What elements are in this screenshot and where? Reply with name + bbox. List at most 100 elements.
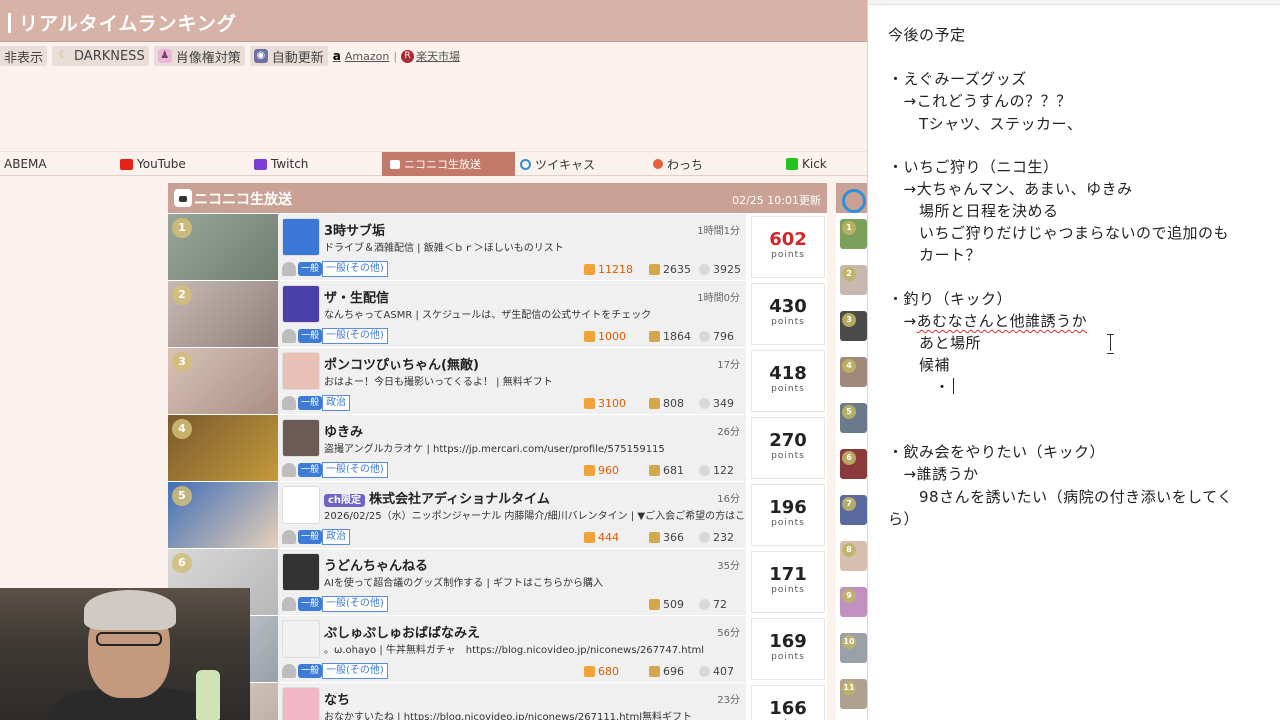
ranking-row[interactable]: 8なちおなかすいたね | https://blog.nicovideo.jp/n… [168, 683, 827, 720]
channel-name[interactable]: うどんちゃんねる [324, 555, 428, 574]
category-tag[interactable]: 一般 [298, 597, 323, 611]
user-icon [282, 664, 296, 678]
channel-name[interactable]: なち [324, 689, 350, 708]
side-rank-badge: 1 [842, 221, 856, 235]
subcategory-tag[interactable]: 一般(その他) [322, 596, 388, 612]
tab-label: ニコニコ生放送 [404, 158, 481, 171]
ranking-row[interactable]: 3 ポンコツぴぃちゃん(無敵) おはよー！今日も撮影いってくるよ！ | 無料ギフト 1… [168, 348, 827, 415]
channel-name[interactable]: ゆきみ [324, 421, 363, 440]
channel-name[interactable]: 3時サブ垢 [324, 220, 385, 239]
viewer-value: 509 [663, 598, 684, 611]
note-line: いちご狩りだけじゃつまらないので追加のも [888, 222, 1229, 243]
tab-niconico[interactable]: ニコニコ生放送 [382, 152, 515, 176]
tab-youtube[interactable]: YouTube [118, 152, 186, 176]
stream-thumbnail[interactable]: 5 [168, 482, 278, 548]
tab-watch[interactable]: わっち [651, 152, 703, 176]
ranking-panel: ニコニコ生放送 02/25 10:01更新 1 3時サブ垢 ドライブ＆酒雑配信 | … [168, 183, 827, 720]
note-text: → [888, 312, 917, 330]
subcategory-tag[interactable]: 政治 [322, 395, 350, 411]
rank-badge: 2 [172, 285, 192, 305]
tab-twitcasting[interactable]: ツイキャス [518, 152, 595, 176]
ranking-row[interactable]: 7ぷしゅぷしゅおばばなみえ。ω.ohayo | 牛丼無料ガチャ https://… [168, 616, 827, 683]
channel-avatar[interactable] [282, 486, 320, 524]
hide-button[interactable]: 非表示 [0, 46, 48, 66]
gift-count: 1000 [584, 330, 626, 343]
points-box: 418 points [751, 350, 825, 412]
stream-info: ぷしゅぷしゅおばばなみえ 。ω.ohayo | 牛丼無料ガチャ https://b… [278, 616, 746, 682]
stream-description: おなかすいたね | https://blog.nicovideo.jp/nico… [324, 712, 692, 720]
channel-avatar[interactable] [282, 218, 320, 256]
side-ranking-item[interactable]: 5 [840, 403, 867, 433]
side-ranking-item[interactable]: 11 [840, 679, 867, 709]
category-tag[interactable]: 一般 [298, 329, 323, 343]
stream-duration: 26分 [717, 427, 740, 438]
rakuten-link[interactable]: R 楽天市場 [401, 48, 460, 64]
stream-thumbnail[interactable]: 2 [168, 281, 278, 347]
category-tag[interactable]: 一般 [298, 664, 323, 678]
tab-abema[interactable]: ABEMA [2, 152, 47, 176]
points-label: points [771, 451, 805, 461]
side-ranking-item[interactable]: 4 [840, 357, 867, 387]
viewer-count: 681 [649, 464, 684, 477]
robot-icon: ◉ [253, 49, 268, 63]
channel-name[interactable]: ポンコツぴぃちゃん(無敵) [324, 354, 479, 373]
category-tag[interactable]: 一般 [298, 530, 323, 544]
side-ranking-item[interactable]: 6 [840, 449, 867, 479]
subcategory-tag[interactable]: 一般(その他) [322, 462, 388, 478]
side-ranking-item[interactable]: 10 [840, 633, 867, 663]
subcategory-tag[interactable]: 政治 [322, 529, 350, 545]
channel-avatar[interactable] [282, 620, 320, 658]
side-rank-badge: 11 [842, 681, 856, 695]
tab-label: Kick [802, 157, 827, 171]
note-text: あと場所 [888, 334, 982, 352]
separator: | [393, 49, 398, 63]
comment-value: 349 [713, 397, 734, 410]
gift-icon [584, 264, 595, 275]
darkness-button[interactable]: ☾ DARKNESS [52, 46, 149, 66]
channel-name-text: うどんちゃんねる [324, 559, 429, 574]
points-value: 418 [769, 363, 807, 384]
channel-avatar[interactable] [282, 419, 320, 457]
side-ranking-item[interactable]: 3 [840, 311, 867, 341]
amazon-link[interactable]: a Amazon [333, 49, 390, 63]
ranking-row[interactable]: 6 うどんちゃんねる AIを使って超合議のグッズ制作する | ギフトはこちらから購入… [168, 549, 827, 616]
side-ranking-item[interactable]: 8 [840, 541, 867, 571]
category-tag[interactable]: 一般 [298, 463, 323, 477]
subcategory-tag[interactable]: 一般(その他) [322, 663, 388, 679]
ranking-row[interactable]: 1 3時サブ垢 ドライブ＆酒雑配信 | 飯雑＜ｂｒ＞ほしいものリスト 1時間1分 一般一… [168, 214, 827, 281]
stream-thumbnail[interactable]: 4 [168, 415, 278, 481]
stream-thumbnail[interactable]: 1 [168, 214, 278, 280]
ranking-row[interactable]: 5 ch限定 株式会社アディショナルタイム 2026/02/25（水）ニッポンジャーナ… [168, 482, 827, 549]
note-text: →大ちゃんマン、あまい、ゆきみ [888, 180, 1133, 198]
channel-name[interactable]: ザ・生配信 [324, 287, 389, 306]
channel-limited-badge: ch限定 [324, 494, 366, 507]
category-tag[interactable]: 一般 [298, 262, 323, 276]
channel-avatar[interactable] [282, 687, 320, 720]
side-ranking-item[interactable]: 7 [840, 495, 867, 525]
side-ranking-item[interactable]: 9 [840, 587, 867, 617]
stream-thumbnail[interactable]: 3 [168, 348, 278, 414]
note-text: カート？ [888, 246, 982, 264]
note-line: あと場所 [888, 332, 981, 353]
subcategory-tag[interactable]: 一般(その他) [322, 328, 388, 344]
tab-twitch[interactable]: Twitch [252, 152, 308, 176]
channel-avatar[interactable] [282, 285, 320, 323]
channel-avatar[interactable] [282, 553, 320, 591]
ranking-row[interactable]: 2 ザ・生配信 なんちゃってASMR | スケジュールは、ザ生配信の公式サイトをチェ… [168, 281, 827, 348]
tab-kick[interactable]: Kick [784, 152, 827, 176]
ranking-row[interactable]: 4 ゆきみ 盗撮アングルカラオケ | https://jp.mercari.com/… [168, 415, 827, 482]
channel-avatar[interactable] [282, 352, 320, 390]
channel-name[interactable]: ch限定 株式会社アディショナルタイム [324, 488, 550, 507]
notepad-window[interactable]: 今後の予定 ・えぐみーズグッズ →これどうすんの？？？ Tシャツ、ステッカー、 ・い… [867, 0, 1280, 720]
side-ranking-item[interactable]: 2 [840, 265, 867, 295]
rank-badge: 6 [172, 553, 192, 573]
portrait-rights-button[interactable]: ♟ 肖像権対策 [153, 46, 245, 66]
viewer-count: 509 [649, 598, 684, 611]
channel-name[interactable]: ぷしゅぷしゅおばばなみえ [324, 622, 480, 641]
subcategory-tag[interactable]: 一般(その他) [322, 261, 388, 277]
webcam-hair [84, 590, 176, 630]
category-tag[interactable]: 一般 [298, 396, 323, 410]
auto-update-button[interactable]: ◉ 自動更新 [249, 46, 328, 66]
side-ranking-item[interactable]: 1 [840, 219, 867, 249]
gift-value: 960 [598, 464, 619, 477]
